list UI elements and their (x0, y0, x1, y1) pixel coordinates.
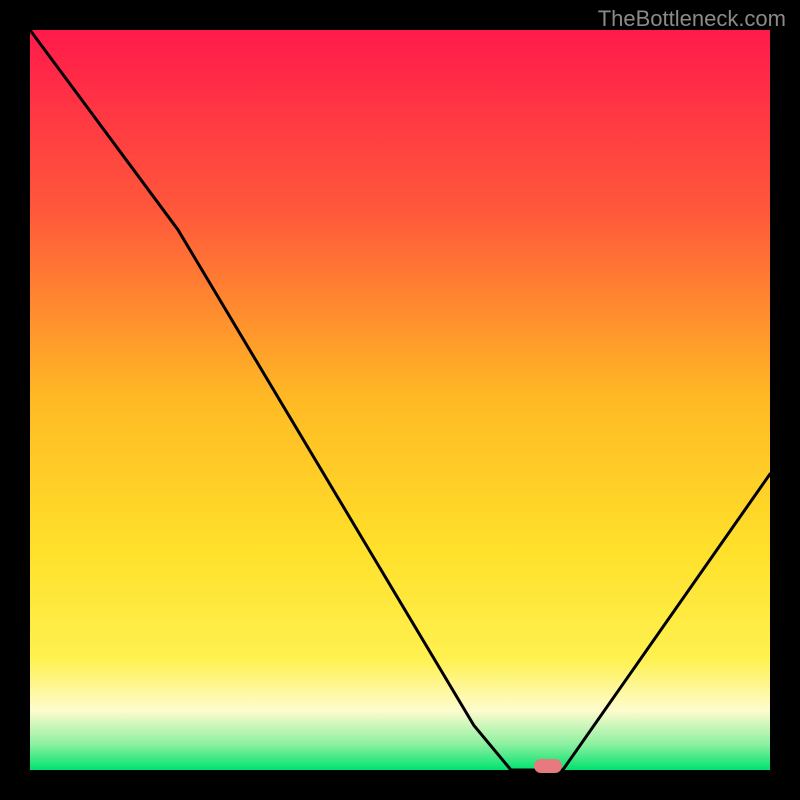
curve-svg (30, 30, 770, 770)
bottleneck-curve (30, 30, 770, 770)
plot-area (30, 30, 770, 770)
watermark-text: TheBottleneck.com (598, 6, 786, 32)
optimal-marker (534, 759, 562, 773)
